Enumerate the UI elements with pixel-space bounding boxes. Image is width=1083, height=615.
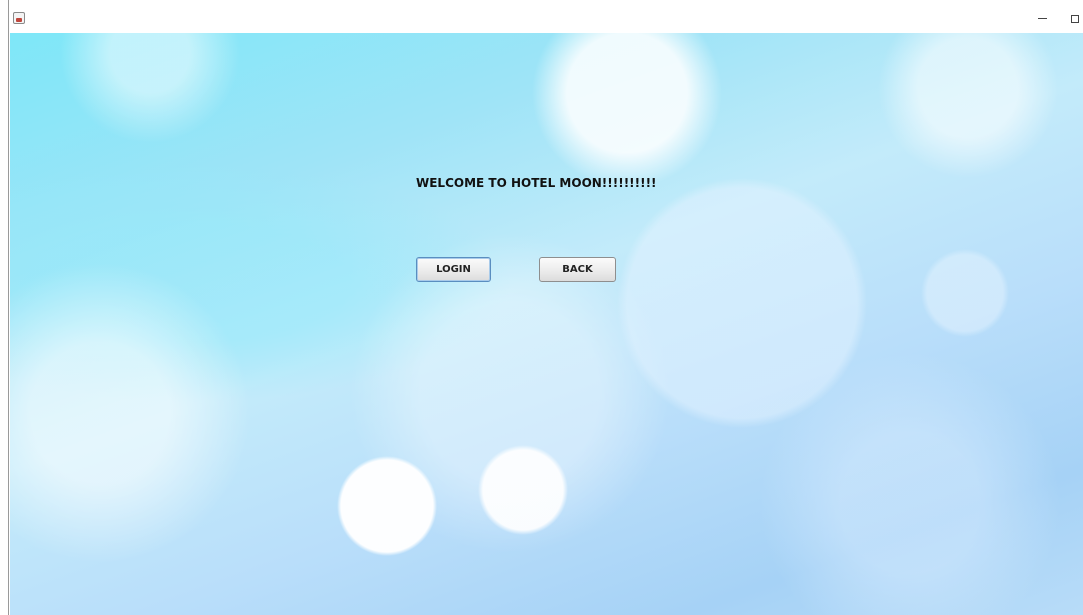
minimize-button[interactable] (1030, 9, 1054, 29)
maximize-icon (1071, 14, 1079, 23)
welcome-heading: WELCOME TO HOTEL MOON!!!!!!!!!! (416, 176, 657, 190)
maximize-button[interactable] (1063, 9, 1083, 29)
back-button[interactable]: BACK (539, 257, 616, 282)
login-button[interactable]: LOGIN (416, 257, 491, 282)
main-panel: WELCOME TO HOTEL MOON!!!!!!!!!! LOGIN BA… (10, 33, 1083, 615)
java-app-icon[interactable] (13, 12, 25, 24)
app-window: × WELCOME TO HOTEL MOON!!!!!!!!!! LOGIN … (8, 0, 1083, 615)
minimize-icon (1037, 18, 1047, 19)
title-bar[interactable]: × (9, 0, 1083, 33)
